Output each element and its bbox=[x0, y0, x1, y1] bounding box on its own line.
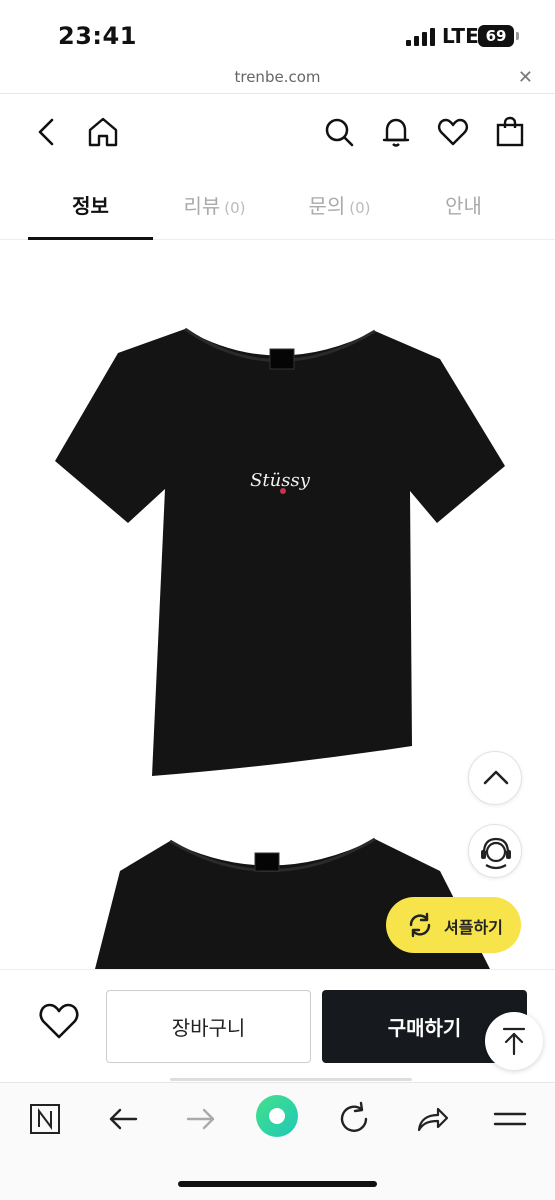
active-tab-indicator bbox=[28, 237, 153, 240]
signal-icon bbox=[406, 28, 435, 46]
brand-logo: Stüssy bbox=[250, 470, 311, 491]
back-icon[interactable] bbox=[30, 115, 64, 149]
headset-icon bbox=[481, 837, 511, 870]
tab-reviews-label: 리뷰 bbox=[183, 194, 221, 218]
add-to-cart-button[interactable]: 장바구니 bbox=[106, 990, 311, 1063]
back-arrow-icon[interactable] bbox=[103, 1099, 143, 1139]
menu-icon[interactable] bbox=[490, 1099, 530, 1139]
battery-nub bbox=[516, 32, 519, 40]
scroll-up-button[interactable] bbox=[468, 751, 522, 805]
neck-label bbox=[269, 348, 295, 370]
share-icon[interactable] bbox=[412, 1099, 452, 1139]
naver-n-icon[interactable] bbox=[25, 1099, 65, 1139]
status-bar: 23:41 LTE 69 bbox=[0, 0, 555, 62]
heart-icon[interactable] bbox=[436, 115, 470, 149]
tab-inquiry-count: (0) bbox=[349, 199, 371, 217]
forward-arrow-icon[interactable] bbox=[181, 1099, 221, 1139]
network-type: LTE bbox=[442, 24, 479, 48]
tab-guide[interactable]: 안내 bbox=[401, 190, 526, 219]
tab-info-label: 정보 bbox=[72, 194, 109, 218]
tab-info[interactable]: 정보 bbox=[28, 190, 153, 219]
refresh-icon bbox=[409, 912, 431, 938]
scroll-indicator bbox=[170, 1078, 412, 1081]
search-icon[interactable] bbox=[322, 115, 356, 149]
home-icon[interactable] bbox=[86, 115, 120, 149]
product-tabs: 정보 리뷰 (0) 문의 (0) 안내 bbox=[0, 170, 555, 240]
app-header bbox=[0, 95, 555, 170]
tab-guide-label: 안내 bbox=[445, 194, 482, 218]
shopping-bag-icon[interactable] bbox=[493, 115, 527, 149]
tab-inquiry[interactable]: 문의 (0) bbox=[277, 190, 402, 219]
status-time: 23:41 bbox=[58, 22, 137, 50]
close-icon[interactable]: ✕ bbox=[518, 67, 533, 88]
green-dot-icon[interactable] bbox=[255, 1094, 299, 1138]
scroll-to-top-button[interactable] bbox=[485, 1012, 543, 1070]
url-text[interactable]: trenbe.com bbox=[0, 68, 555, 86]
customer-service-button[interactable] bbox=[468, 824, 522, 878]
wishlist-heart-icon[interactable] bbox=[36, 998, 82, 1044]
tab-reviews-count: (0) bbox=[224, 199, 246, 217]
tab-reviews[interactable]: 리뷰 (0) bbox=[152, 190, 277, 219]
tab-inquiry-label: 문의 bbox=[308, 194, 346, 218]
bell-icon[interactable] bbox=[379, 115, 413, 149]
battery-icon: 69 bbox=[478, 25, 514, 47]
url-bar[interactable]: trenbe.com ✕ bbox=[0, 62, 555, 94]
shuffle-button[interactable]: 셔플하기 bbox=[386, 897, 521, 953]
arrow-up-to-top-icon bbox=[502, 1027, 526, 1056]
purchase-action-bar: 장바구니 구매하기 bbox=[0, 969, 555, 1081]
shuffle-label: 셔플하기 bbox=[444, 918, 503, 937]
refresh-icon[interactable] bbox=[334, 1099, 374, 1139]
chevron-up-icon bbox=[483, 770, 509, 785]
home-indicator bbox=[178, 1181, 377, 1187]
logo-dot bbox=[280, 488, 286, 494]
